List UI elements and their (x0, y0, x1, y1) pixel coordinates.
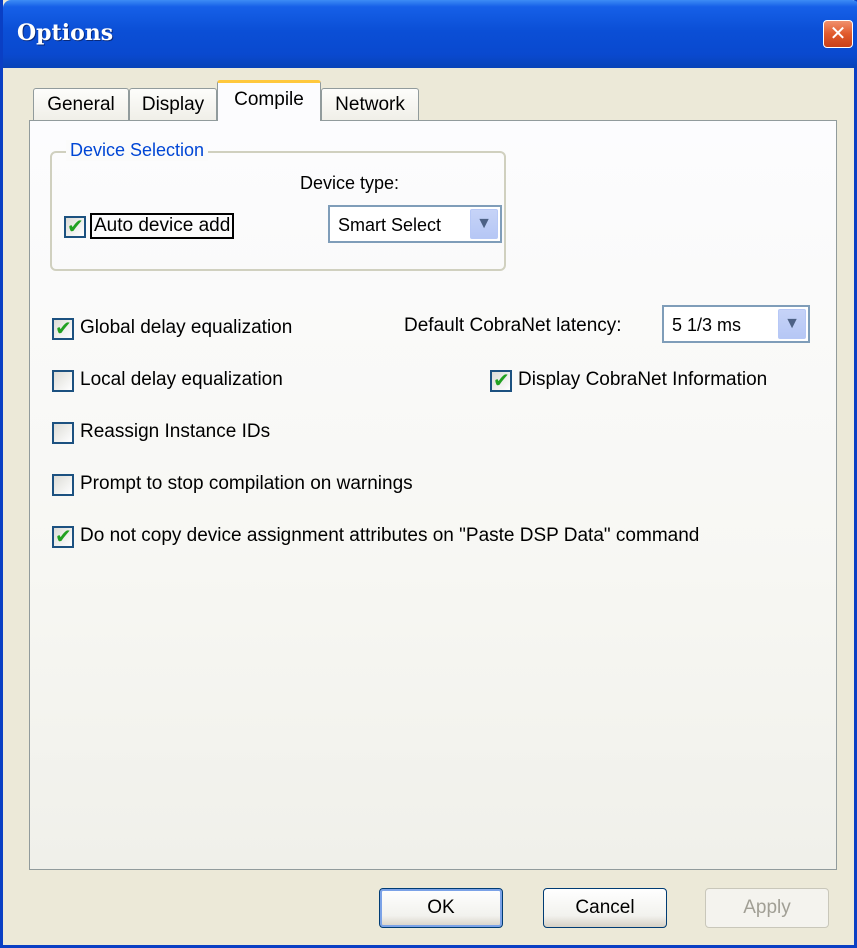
chevron-down-icon[interactable]: ▼ (778, 309, 806, 339)
auto-device-add-checkbox[interactable]: ✔ (64, 216, 86, 238)
display-cobranet-label: Display CobraNet Information (518, 369, 768, 390)
check-icon: ✔ (55, 526, 72, 548)
window-title: Options (17, 20, 114, 46)
tab-compile[interactable]: Compile (217, 80, 321, 121)
reassign-ids-checkbox[interactable] (52, 422, 74, 444)
tab-general[interactable]: General (33, 88, 129, 120)
device-type-label: Device type: (300, 173, 400, 193)
latency-value: 5 1/3 ms (672, 315, 742, 335)
options-dialog: Options ✕ General Display Compile Networ… (0, 0, 857, 948)
check-icon: ✔ (493, 370, 510, 392)
ok-button[interactable]: OK (379, 888, 503, 928)
display-cobranet-checkbox[interactable]: ✔ (490, 370, 512, 392)
device-type-value: Smart Select (338, 215, 442, 235)
local-delay-checkbox[interactable] (52, 370, 74, 392)
check-icon: ✔ (67, 216, 84, 238)
tab-network[interactable]: Network (321, 88, 419, 120)
no-copy-attrs-checkbox[interactable]: ✔ (52, 526, 74, 548)
prompt-stop-label: Prompt to stop compilation on warnings (80, 473, 413, 494)
close-icon: ✕ (829, 23, 847, 45)
latency-label: Default CobraNet latency: (404, 315, 622, 336)
apply-button[interactable]: Apply (705, 888, 829, 928)
local-delay-label: Local delay equalization (80, 369, 283, 390)
title-bar[interactable]: Options ✕ (3, 0, 857, 68)
compile-tab-panel: Device Selection Device type: ✔ Auto dev… (29, 120, 837, 870)
auto-device-add-label: Auto device add (89, 213, 235, 239)
tab-display[interactable]: Display (129, 88, 217, 120)
reassign-ids-label: Reassign Instance IDs (80, 421, 271, 442)
close-button[interactable]: ✕ (823, 20, 853, 48)
no-copy-attrs-label: Do not copy device assignment attributes… (80, 525, 700, 546)
cancel-button[interactable]: Cancel (543, 888, 667, 928)
global-delay-label: Global delay equalization (80, 317, 293, 338)
chevron-down-icon[interactable]: ▼ (470, 209, 498, 239)
check-icon: ✔ (55, 318, 72, 340)
global-delay-checkbox[interactable]: ✔ (52, 318, 74, 340)
latency-select[interactable]: 5 1/3 ms ▼ (662, 305, 810, 343)
device-selection-group: Device Selection Device type: ✔ Auto dev… (50, 140, 506, 271)
device-type-select[interactable]: Smart Select ▼ (328, 205, 502, 243)
device-selection-label: Device Selection (66, 140, 209, 161)
prompt-stop-checkbox[interactable] (52, 474, 74, 496)
